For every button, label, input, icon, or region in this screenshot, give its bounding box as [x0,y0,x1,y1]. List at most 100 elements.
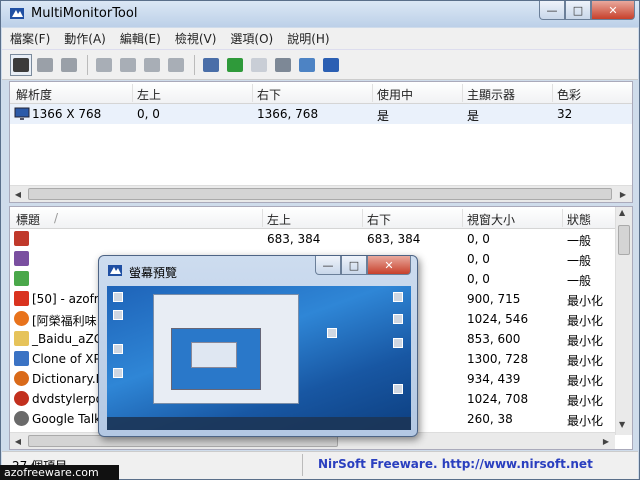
toolbar-move2-button[interactable] [58,54,80,76]
column-divider[interactable] [372,84,373,102]
desktop-icon [393,384,403,394]
column-divider[interactable] [462,84,463,102]
preview-maximize-button[interactable]: □ [341,256,367,275]
toolbar-refresh-button[interactable] [224,54,246,76]
toolbar-primary-button[interactable] [141,54,163,76]
desktop-icon [327,328,337,338]
window-state: 一般 [567,274,592,288]
col-bottom-right[interactable]: 右下 [257,86,281,103]
window-app-icon [14,351,29,366]
preview-close-button[interactable]: ✕ [367,256,411,275]
col-win-state[interactable]: 狀態 [567,211,591,228]
nirsoft-link[interactable]: NirSoft Freeware. http://www.nirsoft.net [318,457,593,471]
toolbar-move-button[interactable] [34,54,56,76]
toolbar-disable-button[interactable] [93,54,115,76]
window-title: Dictionary.N [32,372,105,386]
scroll-left-icon[interactable]: ◀ [10,433,26,449]
toolbar-switch-button[interactable] [165,54,187,76]
toolbar-monitor-button[interactable] [10,53,32,76]
col-colors[interactable]: 色彩 [557,86,581,103]
desktop-icon [113,344,123,354]
scroll-thumb[interactable] [28,188,612,200]
scroll-up-icon[interactable]: ▲ [619,208,625,217]
monitor-primary: 是 [467,109,480,123]
maximize-button[interactable]: □ [565,1,591,20]
menu-edit[interactable]: 編輯(E) [120,30,161,47]
col-top-left[interactable]: 左上 [137,86,161,103]
window-list-header: 標題 / 左上 右下 視窗大小 狀態 [10,207,632,229]
column-divider[interactable] [562,209,563,227]
toolbar-report-button[interactable] [272,54,294,76]
copy-icon [251,57,267,72]
column-divider[interactable] [132,84,133,102]
taskbar-preview [107,417,411,430]
primary-monitor-icon [144,57,160,72]
column-divider[interactable] [262,209,263,227]
toolbar [2,50,638,80]
title-bar[interactable]: MultiMonitorTool — □ ✕ [1,1,639,27]
report-icon [275,57,291,72]
status-divider [302,454,303,476]
menu-options[interactable]: 選項(O) [230,30,273,47]
col-active[interactable]: 使用中 [377,86,413,103]
menu-action[interactable]: 動作(A) [64,30,106,47]
toolbar-copy-button[interactable] [248,54,270,76]
scroll-thumb[interactable] [618,225,630,255]
preview-minimize-button[interactable]: — [315,256,341,275]
window-title: dvdstylerpo [32,392,104,406]
close-icon: ✕ [384,258,394,272]
enable-monitor-icon [120,57,136,72]
window-size: 0, 0 [467,252,490,266]
monitor-list-hscroll[interactable]: ◀ ▶ [10,185,632,202]
window-title: Google Talk [32,412,102,426]
desktop-icon [113,292,123,302]
column-divider[interactable] [362,209,363,227]
menu-file[interactable]: 檔案(F) [10,30,50,47]
window-title: [阿榮福利味 [32,314,97,328]
monitor-colors: 32 [557,107,573,121]
scroll-down-icon[interactable]: ▼ [619,420,625,429]
window-app-icon [14,271,29,286]
window-title: [50] - azofre [32,292,106,306]
col-primary[interactable]: 主顯示器 [467,86,515,103]
col-win-bottom-right[interactable]: 右下 [367,211,391,228]
close-button[interactable]: ✕ [591,1,635,20]
scroll-right-icon[interactable]: ▶ [615,186,631,202]
window-list-vscroll[interactable]: ▲ ▼ [615,207,632,435]
window-state: 一般 [567,234,592,248]
col-title[interactable]: 標題 [16,211,40,228]
col-resolution[interactable]: 解析度 [16,86,52,103]
column-divider[interactable] [552,84,553,102]
window-app-icon [14,251,29,266]
scroll-left-icon[interactable]: ◀ [10,186,26,202]
column-divider[interactable] [462,209,463,227]
toolbar-enable-button[interactable] [117,54,139,76]
monitor-bottom-right: 1366, 768 [257,107,319,121]
nested-window-preview [191,342,237,368]
window-app-icon [14,331,29,346]
move-windows-icon [61,57,77,72]
col-win-top-left[interactable]: 左上 [267,211,291,228]
column-divider[interactable] [252,84,253,102]
toolbar-find-button[interactable] [296,54,318,76]
preview-title: 螢幕預覽 [129,266,178,280]
desktop-icon [393,314,403,324]
menu-view[interactable]: 檢視(V) [175,30,217,47]
toolbar-exit-button[interactable] [320,54,342,76]
window-app-icon [14,411,29,426]
screen-preview-window[interactable]: 螢幕預覽 — □ ✕ [98,255,418,437]
monitor-row[interactable]: 1366 X 768 0, 0 1366, 768 是 是 32 [10,104,632,124]
maximize-icon: □ [348,258,360,272]
minimize-button[interactable]: — [539,1,565,20]
monitor-icon [13,57,29,72]
menu-help[interactable]: 說明(H) [287,30,329,47]
menu-bar: 檔案(F) 動作(A) 編輯(E) 檢視(V) 選項(O) 說明(H) [2,28,638,50]
scroll-right-icon[interactable]: ▶ [598,433,614,449]
toolbar-save-button[interactable] [200,54,222,76]
window-size: 260, 38 [467,412,513,426]
app-icon [108,265,122,276]
disable-monitor-icon [96,57,112,72]
window-row[interactable]: 683, 384 683, 384 0, 0 一般 [10,229,632,249]
window-state: 一般 [567,254,592,268]
col-win-size[interactable]: 視窗大小 [467,211,515,228]
